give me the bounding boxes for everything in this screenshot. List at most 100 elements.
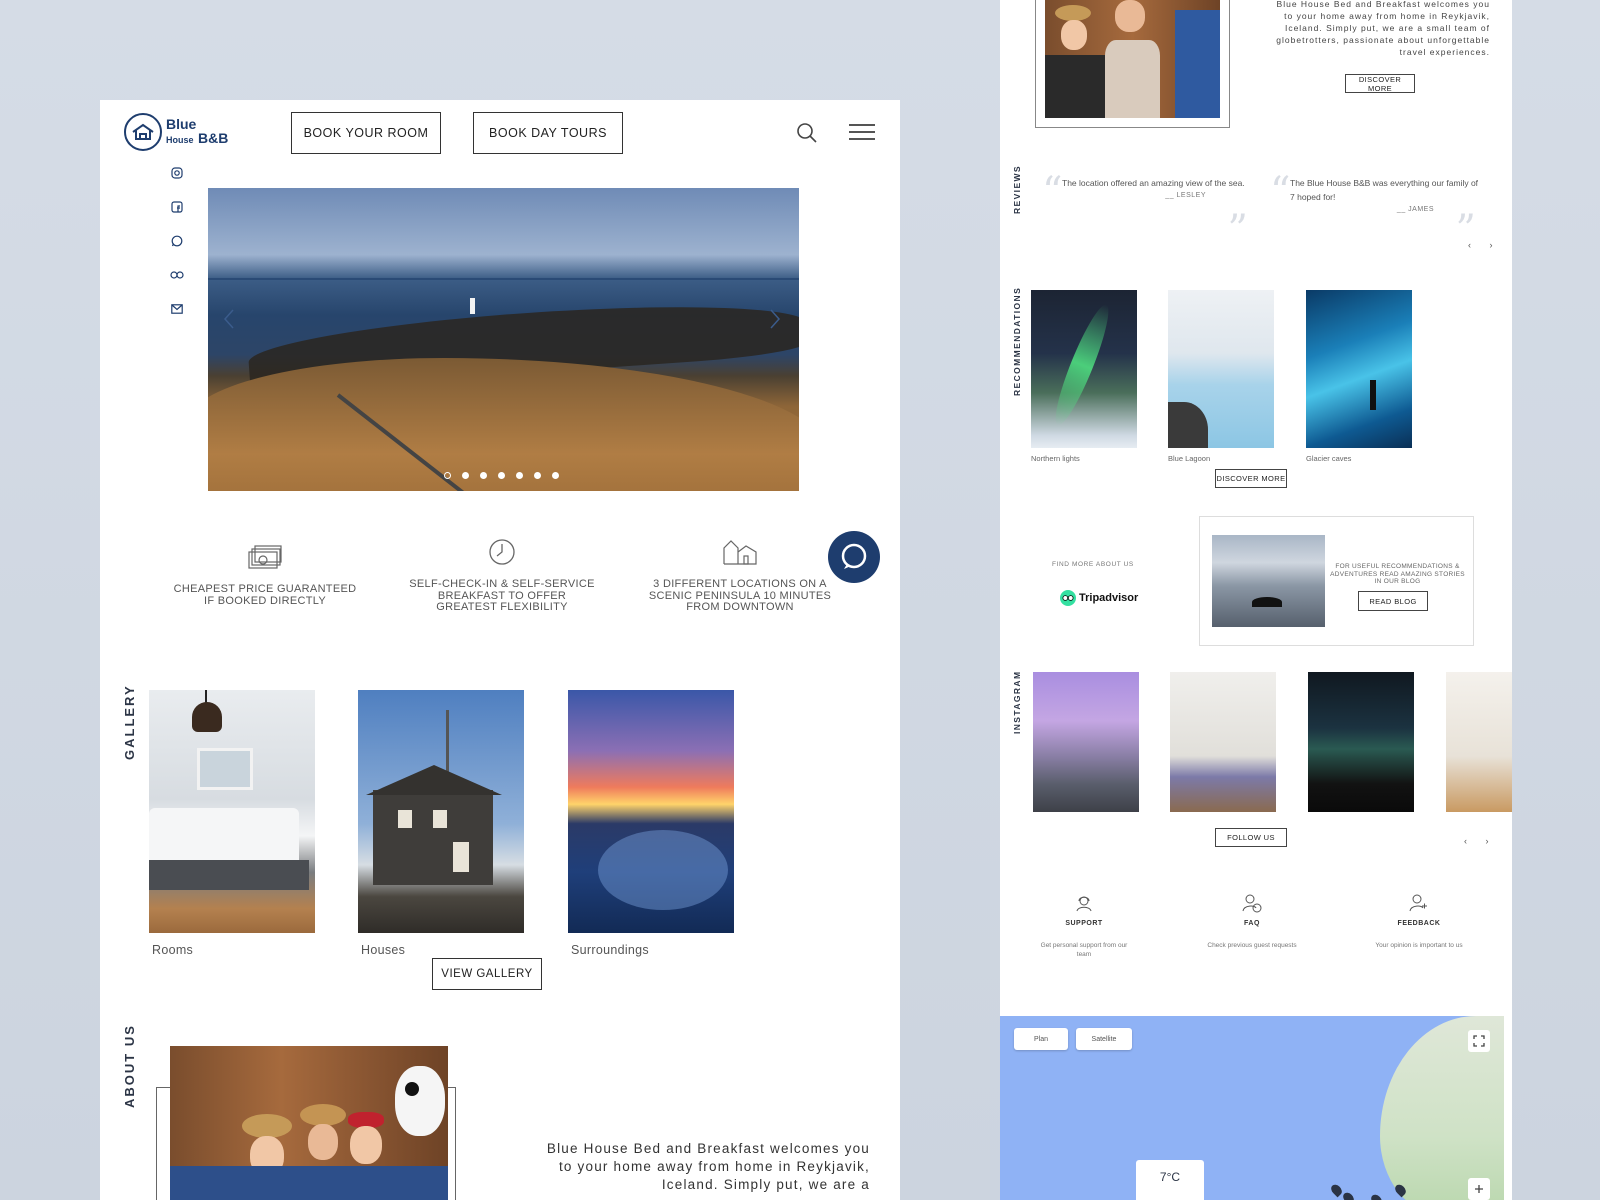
instagram-carousel-arrows[interactable]: ‹ › (1464, 836, 1497, 846)
logo-text: Blue House B&B (166, 117, 228, 147)
temperature-badge: 7°C (1136, 1160, 1204, 1200)
logo[interactable]: Blue House B&B (124, 113, 228, 151)
rec-northern-lights[interactable]: Northern lights (1031, 290, 1137, 463)
rec-caption: Glacier caves (1306, 454, 1352, 463)
map-pin-icon[interactable] (1369, 1192, 1384, 1200)
hamburger-menu-icon[interactable] (849, 124, 875, 142)
header: Blue House B&B BOOK YOUR ROOM BOOK DAY T… (100, 100, 900, 170)
rooms-image (149, 690, 315, 933)
help-feedback[interactable]: FEEDBACK Your opinion is important to us (1369, 893, 1469, 950)
review-text: The Blue House B&B was everything our fa… (1290, 178, 1479, 202)
zoom-in-icon[interactable] (1468, 1178, 1490, 1200)
gallery-item-rooms[interactable]: Rooms (149, 690, 315, 957)
map-pin-icon[interactable] (1329, 1182, 1344, 1198)
help-title: SUPPORT (1065, 920, 1103, 927)
book-room-button[interactable]: BOOK YOUR ROOM (291, 112, 441, 154)
houses-icon (645, 535, 835, 569)
quote-open-icon: “ (1042, 169, 1063, 215)
instagram-post[interactable] (1170, 672, 1276, 812)
gallery-caption: Rooms (152, 943, 194, 957)
review-card: “ The location offered an amazing view o… (1042, 172, 1252, 250)
rec-glacier-caves[interactable]: Glacier caves (1306, 290, 1412, 463)
chat-button[interactable] (828, 531, 880, 583)
blue-lagoon-image (1168, 290, 1274, 448)
help-title: FAQ (1244, 920, 1260, 927)
read-blog-button[interactable]: READ BLOG (1358, 591, 1428, 611)
slide-dot[interactable] (516, 472, 523, 479)
review-text: The location offered an amazing view of … (1062, 178, 1245, 188)
help-support[interactable]: SUPPORT Get personal support from our te… (1034, 893, 1134, 959)
houses-image (358, 690, 524, 933)
feature-text: SELF-CHECK-IN & SELF-SERVICE BREAKFAST T… (409, 578, 595, 614)
instagram-icon[interactable] (170, 166, 184, 180)
social-links (170, 166, 186, 336)
features-row: CHEAPEST PRICE GUARANTEED IF BOOKED DIRE… (170, 539, 840, 640)
money-icon (170, 540, 360, 574)
lighthouse (470, 298, 475, 314)
about-photo (1045, 0, 1220, 118)
support-icon (1034, 893, 1134, 915)
slide-dot[interactable] (462, 472, 469, 479)
slide-dot[interactable] (552, 472, 559, 479)
slide-dot[interactable] (444, 472, 451, 479)
gallery-item-houses[interactable]: Houses (358, 690, 524, 957)
reviews-section-label: REVIEWS (1012, 164, 1022, 214)
slide-dots[interactable] (444, 472, 559, 479)
faq-icon (1202, 893, 1302, 915)
blog-text: FOR USEFUL RECOMMENDATIONS & ADVENTURES … (1330, 563, 1465, 585)
northern-lights-image (1031, 290, 1137, 448)
blog-card: FOR USEFUL RECOMMENDATIONS & ADVENTURES … (1199, 516, 1474, 646)
help-faq[interactable]: FAQ Check previous guest requests (1202, 893, 1302, 950)
facebook-icon[interactable] (170, 200, 184, 214)
gallery-caption: Houses (361, 943, 406, 957)
instagram-section-label: INSTAGRAM (1012, 670, 1022, 734)
logo-line2: House (166, 135, 194, 145)
location-map[interactable]: Plan Satellite (1000, 1016, 1504, 1200)
slide-dot[interactable] (498, 472, 505, 479)
hero-slideshow[interactable] (208, 188, 799, 491)
about-photo (170, 1046, 448, 1200)
view-gallery-button[interactable]: VIEW GALLERY (432, 958, 542, 990)
book-tours-button[interactable]: BOOK DAY TOURS (473, 112, 623, 154)
gallery-item-surroundings[interactable]: Surroundings (568, 690, 734, 957)
feature-price: CHEAPEST PRICE GUARANTEED IF BOOKED DIRE… (170, 540, 360, 607)
feature-checkin: SELF-CHECK-IN & SELF-SERVICE BREAKFAST T… (407, 535, 597, 614)
slide-dot[interactable] (534, 472, 541, 479)
feature-text: CHEAPEST PRICE GUARANTEED IF BOOKED DIRE… (173, 583, 357, 607)
slide-dot[interactable] (480, 472, 487, 479)
review-author: __ LESLEY (1165, 192, 1206, 199)
quote-open-icon: “ (1270, 169, 1291, 215)
homepage-desktop: Blue House B&B BOOK YOUR ROOM BOOK DAY T… (100, 100, 900, 1200)
gallery-section-label: GALLERY (122, 684, 137, 760)
mail-icon[interactable] (170, 302, 184, 316)
follow-us-button[interactable]: FOLLOW US (1215, 828, 1287, 847)
map-satellite-button[interactable]: Satellite (1076, 1028, 1132, 1050)
map-plan-button[interactable]: Plan (1014, 1028, 1068, 1050)
instagram-post[interactable] (1446, 672, 1512, 812)
rec-caption: Blue Lagoon (1168, 454, 1211, 463)
discover-more-button[interactable]: DISCOVER MORE (1345, 74, 1415, 93)
quote-close-icon: ” (1227, 207, 1248, 253)
rec-blue-lagoon[interactable]: Blue Lagoon (1168, 290, 1274, 463)
whatsapp-icon[interactable] (170, 234, 184, 248)
house-logo-icon (124, 113, 162, 151)
reviews-carousel-arrows[interactable]: ‹ › (1468, 240, 1501, 250)
help-desc: Get personal support from our team (1040, 942, 1128, 958)
instagram-post[interactable] (1308, 672, 1414, 812)
search-icon[interactable] (796, 122, 818, 144)
chevron-left-icon[interactable] (222, 308, 236, 330)
tripadvisor-icon[interactable] (170, 268, 184, 282)
help-desc: Check previous guest requests (1207, 942, 1297, 949)
tripadvisor-link[interactable]: Tripadvisor (1060, 590, 1138, 606)
logo-line3: B&B (197, 130, 229, 146)
about-section-label: ABOUT US (122, 1024, 137, 1108)
fullscreen-icon[interactable] (1468, 1030, 1490, 1052)
tripadvisor-label: Tripadvisor (1079, 592, 1139, 604)
instagram-post[interactable] (1033, 672, 1139, 812)
map-pin-icon[interactable] (1341, 1190, 1356, 1200)
chevron-right-icon[interactable] (768, 308, 782, 330)
find-more-label: FIND MORE ABOUT US (1052, 561, 1134, 568)
rec-discover-more-button[interactable]: DISCOVER MORE (1215, 469, 1287, 488)
help-desc: Your opinion is important to us (1375, 942, 1463, 949)
help-title: FEEDBACK (1397, 920, 1441, 927)
